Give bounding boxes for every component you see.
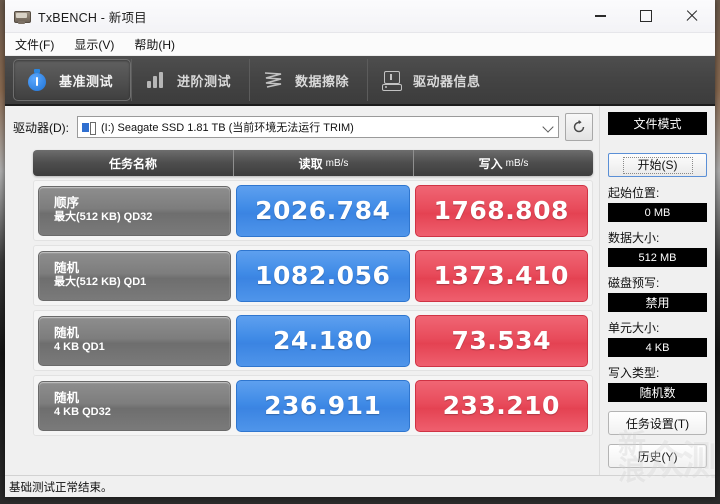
prewrite-value[interactable]: 禁用 [608,293,707,312]
row-read-value: 236.911 [236,379,410,432]
table-row[interactable]: 随机 4 KB QD1 24.180 73.534 [33,310,593,371]
data-size-label: 数据大小: [608,231,660,245]
toolbar: 基准测试 进阶测试 数据擦除 驱动器信息 [5,56,715,106]
start-button[interactable]: 开始(S) [608,153,707,177]
stopwatch-icon [24,67,50,93]
start-position-value[interactable]: 0 MB [608,203,707,222]
data-size-value[interactable]: 512 MB [608,248,707,267]
row-label: 随机 4 KB QD32 [38,380,231,431]
drive-label: 驱动器(D): [13,120,69,135]
drive-select-value: (I:) Seagate SSD 1.81 TB (当前环境无法运行 TRIM) [101,122,354,134]
row-label: 随机 4 KB QD1 [38,315,231,366]
history-button[interactable]: 历史(Y) [608,444,707,468]
results-table-header: 任务名称 读取 mB/s 写入 mB/s [33,150,593,176]
table-row[interactable]: 顺序 最大(512 KB) QD32 2026.784 1768.808 [33,180,593,241]
row-label-line1: 随机 [54,326,80,341]
write-type-value[interactable]: 随机数 [608,383,707,402]
bar-chart-icon [142,67,168,93]
header-read-unit: mB/s [325,157,349,169]
drive-select[interactable]: (I:) Seagate SSD 1.81 TB (当前环境无法运行 TRIM) [77,116,559,138]
prewrite-label: 磁盘预写: [608,276,660,290]
close-button[interactable] [669,1,715,32]
mode-indicator: 文件模式 [608,112,707,135]
row-write-value: 1373.410 [414,249,588,302]
screenshot-root: TxBENCH - 新项目 文件(F) 显示(V) 帮助(H) 基准测试 进阶测… [0,0,720,504]
header-task-name: 任务名称 [108,156,157,171]
row-label-line2: 最大(512 KB) QD32 [54,211,153,224]
tab-data-erase[interactable]: 数据擦除 [249,59,367,101]
tab-benchmark[interactable]: 基准测试 [13,59,131,101]
tab-benchmark-label: 基准测试 [59,73,114,89]
row-write-value: 233.210 [414,379,588,432]
minimize-button[interactable] [577,1,623,32]
txbench-window: TxBENCH - 新项目 文件(F) 显示(V) 帮助(H) 基准测试 进阶测… [5,0,715,497]
row-read-value: 1082.056 [236,249,410,302]
tab-advanced-label: 进阶测试 [177,73,232,89]
header-write: 写入 mB/s [413,150,593,176]
menu-file[interactable]: 文件(F) [15,36,54,53]
start-button-label: 开始(S) [622,156,693,174]
menu-bar: 文件(F) 显示(V) 帮助(H) [5,33,715,56]
tab-advanced[interactable]: 进阶测试 [131,59,249,101]
table-row[interactable]: 随机 最大(512 KB) QD1 1082.056 1373.410 [33,245,593,306]
menu-help[interactable]: 帮助(H) [134,36,175,53]
drive-icon [82,121,96,135]
status-text: 基础测试正常结束。 [9,481,113,494]
tab-drive-info-label: 驱动器信息 [413,73,481,89]
tab-drive-info[interactable]: 驱动器信息 [367,59,495,101]
write-type-label: 写入类型: [608,366,660,380]
refresh-button[interactable] [565,113,593,141]
chevron-down-icon [542,121,554,133]
app-icon [13,7,31,25]
row-label-line2: 最大(512 KB) QD1 [54,276,147,289]
row-write-value: 73.534 [414,314,588,367]
row-read-value: 2026.784 [236,184,410,237]
row-write-value: 1768.808 [414,184,588,237]
header-write-text: 写入 [478,156,503,171]
header-read: 读取 mB/s [233,150,413,176]
maximize-button[interactable] [623,1,669,32]
results-table-body: 顺序 最大(512 KB) QD32 2026.784 1768.808 随机 … [33,180,593,436]
window-title: TxBENCH - 新项目 [38,10,147,25]
task-settings-button[interactable]: 任务设置(T) [608,411,707,435]
erase-icon [260,67,286,93]
menu-view[interactable]: 显示(V) [74,36,114,53]
start-position-label: 起始位置: [608,186,660,200]
benchmark-panel: 驱动器(D): (I:) Seagate SSD 1.81 TB (当前环境无法… [5,106,599,475]
row-label-line2: 4 KB QD32 [54,406,111,419]
block-size-value[interactable]: 4 KB [608,338,707,357]
row-read-value: 24.180 [236,314,410,367]
refresh-icon [573,120,585,133]
header-read-text: 读取 [298,156,323,171]
table-row[interactable]: 随机 4 KB QD32 236.911 233.210 [33,375,593,436]
main-body: 驱动器(D): (I:) Seagate SSD 1.81 TB (当前环境无法… [5,106,715,481]
tab-data-erase-label: 数据擦除 [295,73,350,89]
row-label-line1: 随机 [54,391,80,406]
block-size-label: 单元大小: [608,321,660,335]
row-label: 顺序 最大(512 KB) QD32 [38,185,231,236]
title-bar: TxBENCH - 新项目 [5,0,715,33]
row-label-line2: 4 KB QD1 [54,341,105,354]
row-label-line1: 顺序 [54,196,80,211]
row-label: 随机 最大(512 KB) QD1 [38,250,231,301]
status-bar: 基础测试正常结束。 [5,475,715,497]
settings-sidebar: 文件模式 开始(S) 起始位置: 0 MB 数据大小: 512 MB 磁盘预写:… [599,106,715,481]
drive-info-icon [378,67,404,93]
header-write-unit: mB/s [505,157,529,169]
row-label-line1: 随机 [54,261,80,276]
drive-selector-row: 驱动器(D): (I:) Seagate SSD 1.81 TB (当前环境无法… [5,106,599,144]
